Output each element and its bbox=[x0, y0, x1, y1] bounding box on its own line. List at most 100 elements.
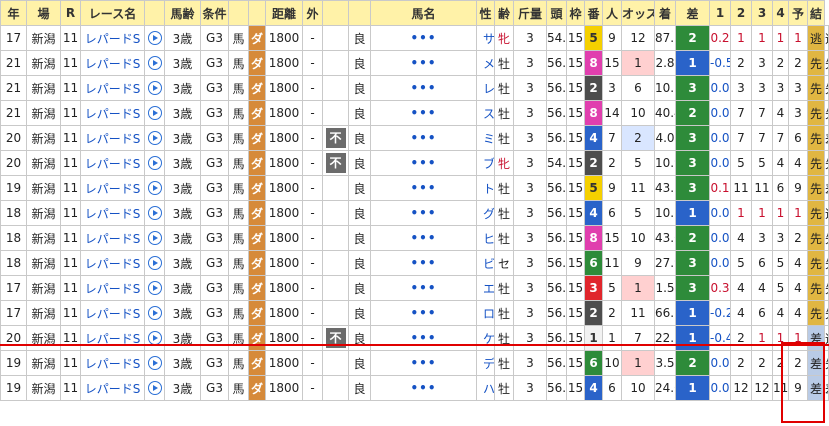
video-cell[interactable] bbox=[144, 25, 165, 51]
play-icon[interactable] bbox=[147, 31, 162, 46]
more-menu-icon[interactable]: ••• bbox=[370, 150, 477, 176]
video-cell[interactable] bbox=[144, 75, 165, 101]
horse-name-link[interactable]: メイショウムラクモ bbox=[476, 50, 495, 76]
more-menu-icon[interactable]: ••• bbox=[370, 275, 477, 301]
age-cell: 3歳 bbox=[164, 50, 201, 76]
race-name-link[interactable]: レパードS bbox=[80, 150, 145, 176]
play-icon[interactable] bbox=[147, 56, 162, 71]
more-menu-icon[interactable]: ••• bbox=[370, 75, 477, 101]
horse-name-link[interactable]: エピカリス bbox=[476, 275, 495, 301]
grade-cell: G3 bbox=[200, 200, 229, 226]
more-menu-icon[interactable]: ••• bbox=[370, 225, 477, 251]
more-menu-icon[interactable]: ••• bbox=[370, 250, 477, 276]
video-cell[interactable] bbox=[144, 100, 165, 126]
race-name-link[interactable]: レパードS bbox=[80, 175, 145, 201]
age-cell: 3歳 bbox=[164, 200, 201, 226]
horse-name-link[interactable]: トイガー bbox=[476, 175, 495, 201]
race-name-link[interactable]: レパードS bbox=[80, 75, 145, 101]
corner-cell: 5 bbox=[772, 250, 789, 276]
race-name-link[interactable]: レパードS bbox=[80, 125, 145, 151]
video-cell[interactable] bbox=[144, 200, 165, 226]
gate-badge: 3 bbox=[584, 275, 603, 301]
horse-name-link[interactable]: スウィープザボード bbox=[476, 100, 495, 126]
horse-name-link[interactable]: ビッグスモーキー bbox=[476, 250, 495, 276]
video-cell[interactable] bbox=[144, 150, 165, 176]
play-icon[interactable] bbox=[147, 356, 162, 371]
margin-cell: 0.0 bbox=[709, 250, 731, 276]
video-cell[interactable] bbox=[144, 325, 165, 351]
race-name-link[interactable]: レパードS bbox=[80, 300, 145, 326]
play-icon[interactable] bbox=[147, 206, 162, 221]
corner-cell: 3 bbox=[730, 75, 752, 101]
venue-cell: 新潟 bbox=[26, 25, 61, 51]
play-icon[interactable] bbox=[147, 106, 162, 121]
race-name-link[interactable]: レパードS bbox=[80, 200, 145, 226]
video-cell[interactable] bbox=[144, 175, 165, 201]
play-icon[interactable] bbox=[147, 181, 162, 196]
horse-name-link[interactable]: ケンシンコウ bbox=[476, 325, 495, 351]
race-number-cell: 11 bbox=[60, 25, 81, 51]
video-cell[interactable] bbox=[144, 375, 165, 401]
table-row: 21新潟11レパードS3歳G3馬ダ1800-良•••スウィープザボード牡356.… bbox=[0, 100, 829, 126]
race-name-link[interactable]: レパードS bbox=[80, 325, 145, 351]
video-cell[interactable] bbox=[144, 225, 165, 251]
more-menu-icon[interactable]: ••• bbox=[370, 300, 477, 326]
more-menu-icon[interactable]: ••• bbox=[370, 375, 477, 401]
sex-cell: 牝 bbox=[494, 150, 514, 176]
horse-name-link[interactable]: ハヤヤッコ bbox=[476, 375, 495, 401]
horse-name-link[interactable]: ローズプリンスダム bbox=[476, 300, 495, 326]
distance-cell: 1800 bbox=[265, 75, 303, 101]
more-menu-icon[interactable]: ••• bbox=[370, 350, 477, 376]
video-cell[interactable] bbox=[144, 125, 165, 151]
col-header-number: 番 bbox=[584, 0, 603, 26]
race-number-cell: 11 bbox=[60, 275, 81, 301]
more-menu-icon[interactable]: ••• bbox=[370, 200, 477, 226]
age-cell: 3歳 bbox=[164, 375, 201, 401]
corner-cell: 1 bbox=[751, 325, 773, 351]
play-icon[interactable] bbox=[147, 131, 162, 146]
play-icon[interactable] bbox=[147, 381, 162, 396]
horse-name-link[interactable]: レプンカムイ bbox=[476, 75, 495, 101]
race-name-link[interactable]: レパードS bbox=[80, 25, 145, 51]
race-name-link[interactable]: レパードS bbox=[80, 225, 145, 251]
horse-name-link[interactable]: サルサディオーネ bbox=[476, 25, 495, 51]
venue-cell: 新潟 bbox=[26, 250, 61, 276]
video-cell[interactable] bbox=[144, 300, 165, 326]
more-menu-icon[interactable]: ••• bbox=[370, 25, 477, 51]
race-number-cell: 11 bbox=[60, 325, 81, 351]
play-icon[interactable] bbox=[147, 81, 162, 96]
race-name-link[interactable]: レパードS bbox=[80, 350, 145, 376]
status-cell bbox=[322, 275, 349, 301]
race-name-link[interactable]: レパードS bbox=[80, 250, 145, 276]
more-menu-icon[interactable]: ••• bbox=[370, 125, 477, 151]
more-menu-icon[interactable]: ••• bbox=[370, 325, 477, 351]
horse-name-link[interactable]: グリム bbox=[476, 200, 495, 226]
play-icon[interactable] bbox=[147, 256, 162, 271]
more-menu-icon[interactable]: ••• bbox=[370, 100, 477, 126]
video-cell[interactable] bbox=[144, 350, 165, 376]
play-icon[interactable] bbox=[147, 156, 162, 171]
race-name-link[interactable]: レパードS bbox=[80, 50, 145, 76]
race-name-link[interactable]: レパードS bbox=[80, 375, 145, 401]
corner-cell: 3 bbox=[788, 100, 808, 126]
horse-name-link[interactable]: ミヤジコクオウ bbox=[476, 125, 495, 151]
race-name-link[interactable]: レパードS bbox=[80, 100, 145, 126]
gate-badge: 8 bbox=[584, 100, 603, 126]
horse-name-link[interactable]: ブランクチェック bbox=[476, 150, 495, 176]
horse-age-cell: 3 bbox=[513, 50, 547, 76]
play-icon[interactable] bbox=[147, 306, 162, 321]
year-cell: 20 bbox=[0, 325, 27, 351]
more-menu-icon[interactable]: ••• bbox=[370, 50, 477, 76]
video-cell[interactable] bbox=[144, 50, 165, 76]
corner-cell: 7 bbox=[751, 125, 773, 151]
play-icon[interactable] bbox=[147, 281, 162, 296]
horse-name-link[interactable]: デルマルーヴル bbox=[476, 350, 495, 376]
video-cell[interactable] bbox=[144, 275, 165, 301]
more-menu-icon[interactable]: ••• bbox=[370, 175, 477, 201]
video-cell[interactable] bbox=[144, 250, 165, 276]
play-icon[interactable] bbox=[147, 231, 162, 246]
race-name-link[interactable]: レパードS bbox=[80, 275, 145, 301]
horse-name-link[interactable]: ヒラボクラターシュ bbox=[476, 225, 495, 251]
venue-cell: 新潟 bbox=[26, 300, 61, 326]
odds-cell: 10.9 bbox=[654, 150, 676, 176]
